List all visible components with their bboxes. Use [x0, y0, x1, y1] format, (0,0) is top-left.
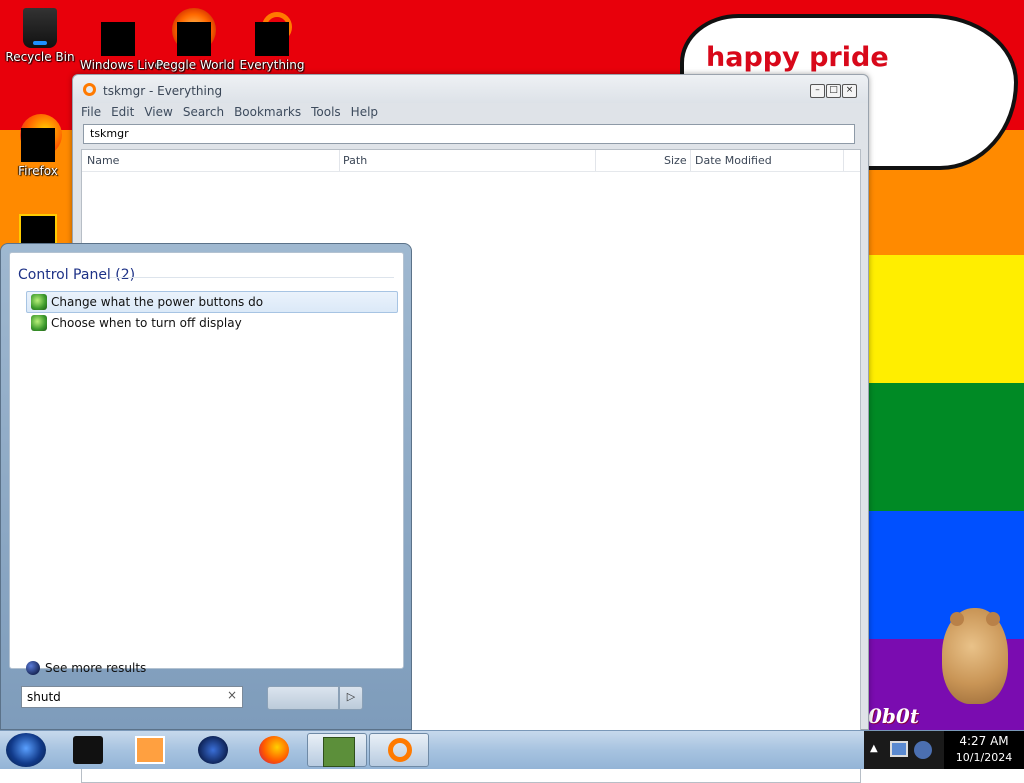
menu-search[interactable]: Search [183, 105, 224, 119]
desktop-icon-windows-live[interactable]: Windows Live [80, 8, 162, 72]
column-size[interactable]: Size [664, 154, 687, 167]
taskbar: ▲ 4:27 AM 10/1/2024 [0, 730, 1024, 769]
section-title[interactable]: Control Panel (2) [18, 267, 135, 283]
menu-view[interactable]: View [144, 105, 172, 119]
explorer-icon [73, 736, 103, 764]
windows-live-icon [101, 22, 135, 56]
desktop-icon-peggle-world[interactable]: Peggle World [156, 8, 235, 72]
start-orb-button[interactable] [6, 733, 46, 767]
desktop-icon-firefox[interactable]: Firefox [0, 126, 76, 178]
sticker-text: 0b0t [868, 704, 920, 728]
everything-icon [388, 738, 412, 762]
firefox-icon [259, 736, 289, 764]
volume-icon[interactable] [914, 741, 932, 759]
column-date-modified[interactable]: Date Modified [695, 154, 772, 167]
taskbar-windows-live[interactable] [183, 733, 243, 767]
window-title: tskmgr - Everything [103, 84, 223, 98]
start-search-input[interactable]: shutd [21, 686, 243, 708]
windows-live-icon [198, 736, 228, 764]
window-titlebar[interactable]: tskmgr - Everything – □ × [73, 75, 868, 103]
minimize-button[interactable]: – [810, 84, 825, 98]
menu-bar: File Edit View Search Bookmarks Tools Help [81, 105, 388, 123]
menu-tools[interactable]: Tools [311, 105, 341, 119]
taskbar-media-player[interactable] [120, 733, 180, 767]
firefox-icon [21, 128, 55, 162]
column-divider[interactable] [690, 150, 691, 171]
shutdown-options-arrow-icon[interactable]: ▷ [339, 686, 363, 710]
everything-magnifier-icon [83, 83, 96, 96]
result-power-buttons[interactable]: Change what the power buttons do [26, 291, 398, 313]
control-panel-icon [31, 315, 47, 331]
close-button[interactable]: × [842, 84, 857, 98]
hamster-ear [986, 612, 1000, 626]
clock-date: 10/1/2024 [955, 751, 1013, 764]
taskbar-peggle-box[interactable] [307, 733, 367, 767]
hamster-image [942, 608, 1008, 704]
menu-help[interactable]: Help [351, 105, 378, 119]
start-menu: Control Panel (2) Change what the power … [0, 243, 412, 730]
menu-bookmarks[interactable]: Bookmarks [234, 105, 301, 119]
section-divider [110, 277, 394, 278]
desktop-icon-label: Recycle Bin [5, 50, 75, 64]
notification-tray: ▲ [864, 731, 944, 769]
result-turn-off-display[interactable]: Choose when to turn off display [26, 312, 398, 334]
show-hidden-icons-arrow[interactable]: ▲ [870, 743, 878, 754]
column-divider[interactable] [843, 150, 844, 171]
menu-file[interactable]: File [81, 105, 101, 119]
column-divider[interactable] [595, 150, 596, 171]
menu-edit[interactable]: Edit [111, 105, 134, 119]
system-clock[interactable]: 4:27 AM 10/1/2024 [944, 731, 1024, 769]
list-header: Name Path Size Date Modified [82, 150, 860, 172]
taskbar-firefox[interactable] [244, 733, 304, 767]
control-panel-icon [31, 294, 47, 310]
media-player-icon [135, 736, 165, 764]
column-path[interactable]: Path [343, 154, 367, 167]
shutdown-button[interactable] [267, 686, 339, 710]
peggle-world-icon [177, 22, 211, 56]
desktop-icon-label: Windows Live [80, 58, 162, 72]
desktop-icon-everything[interactable]: Everything [234, 8, 310, 72]
hamster-ear [950, 612, 964, 626]
column-name[interactable]: Name [87, 154, 119, 167]
taskbar-explorer[interactable] [58, 733, 118, 767]
result-label: Choose when to turn off display [51, 316, 242, 330]
recycle-bin-icon [23, 8, 57, 48]
desktop-icon-label: Peggle World [156, 58, 235, 72]
desktop-icon-label: Everything [239, 58, 305, 72]
taskbar-everything[interactable] [369, 733, 429, 767]
result-label: Change what the power buttons do [51, 295, 264, 309]
desktop-icon-label: Firefox [18, 164, 58, 178]
column-divider[interactable] [339, 150, 340, 171]
clear-search-icon[interactable]: × [227, 688, 237, 702]
maximize-button[interactable]: □ [826, 84, 841, 98]
start-search-results: Control Panel (2) Change what the power … [9, 252, 404, 675]
desktop-icon-recycle-bin[interactable]: Recycle Bin [2, 8, 78, 64]
network-icon[interactable] [890, 741, 908, 757]
everything-search-input[interactable]: tskmgr [83, 124, 855, 144]
everything-icon [255, 22, 289, 56]
clock-time: 4:27 AM [959, 734, 1009, 748]
peggle-box-icon [323, 737, 355, 767]
start-menu-footer: shutd × ▷ [9, 669, 402, 725]
